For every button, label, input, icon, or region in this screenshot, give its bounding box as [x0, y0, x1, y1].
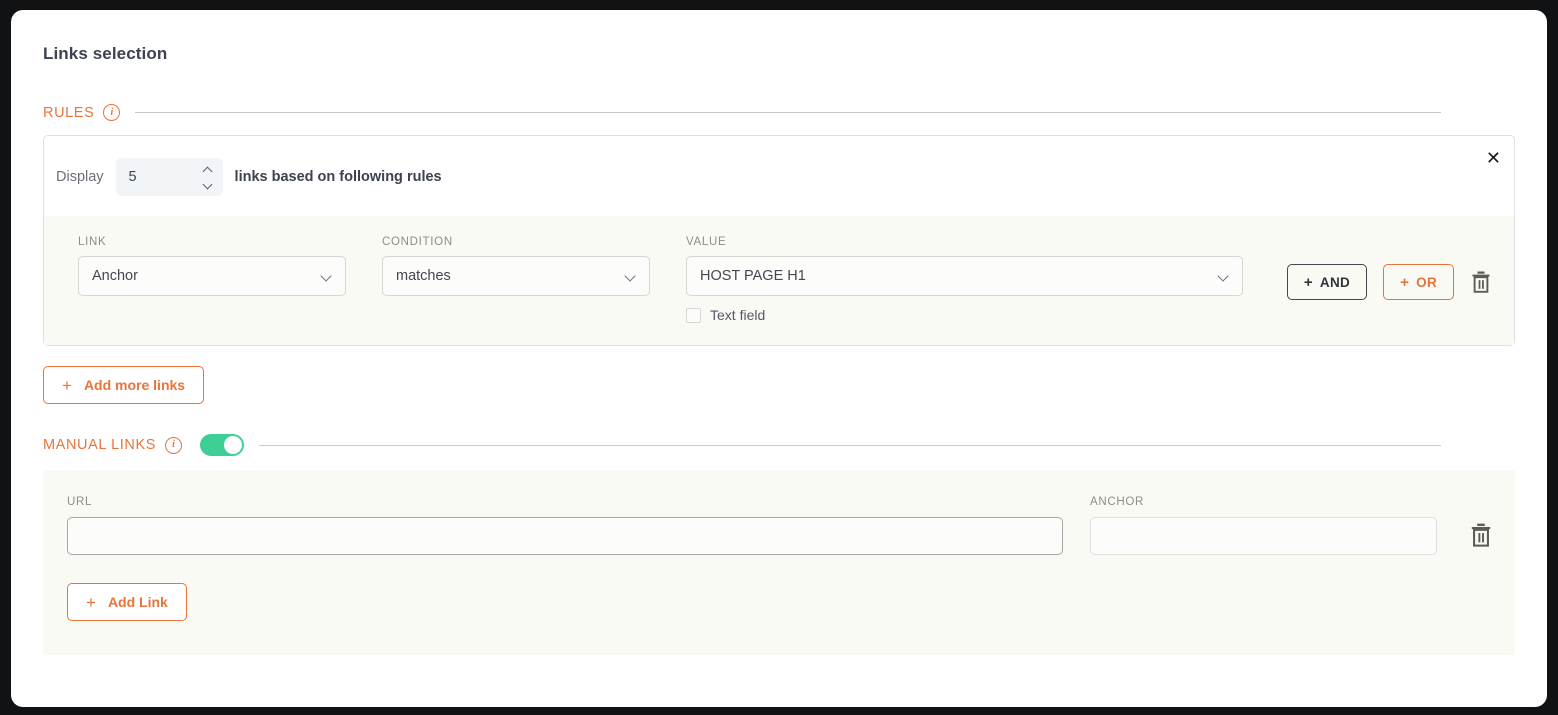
condition-field-label: CONDITION	[382, 236, 453, 248]
manual-links-section-header: MANUAL LINKS i	[43, 434, 1515, 456]
add-and-button[interactable]: + AND	[1286, 264, 1368, 300]
link-field-label: LINK	[78, 236, 107, 248]
chevron-down-icon	[626, 272, 636, 282]
link-select[interactable]: Anchor	[78, 256, 346, 296]
value-select-value: HOST PAGE H1	[700, 268, 806, 284]
rule-row: LINK Anchor CONDITION matches VALUE HOST…	[44, 216, 1514, 345]
add-or-button[interactable]: + OR	[1383, 264, 1454, 300]
text-field-checkbox-label: Text field	[710, 307, 766, 323]
trash-icon[interactable]	[1469, 522, 1493, 548]
page-title: Links selection	[43, 44, 168, 63]
chevron-down-icon	[322, 272, 332, 282]
add-link-button[interactable]: + Add Link	[67, 583, 187, 621]
add-more-links-button[interactable]: + Add more links	[43, 366, 205, 404]
link-field-group: LINK Anchor	[78, 236, 346, 296]
value-field-group: VALUE HOST PAGE H1 Text field	[686, 236, 1243, 323]
stepper-arrows[interactable]	[203, 167, 214, 187]
manual-links-panel: URL ANCHOR + Add Link	[43, 470, 1515, 655]
anchor-input[interactable]	[1090, 517, 1437, 555]
section-divider-line	[259, 444, 1441, 446]
plus-icon: +	[1303, 273, 1313, 291]
text-field-checkbox-row: Text field	[686, 307, 1243, 323]
value-select[interactable]: HOST PAGE H1	[686, 256, 1243, 296]
anchor-field-group: ANCHOR	[1090, 496, 1437, 555]
links-selection-card: Links selection RULES i ✕ Display 5 link…	[11, 10, 1547, 707]
display-suffix-label: links based on following rules	[234, 169, 442, 185]
chevron-down-icon	[1219, 272, 1229, 282]
plus-icon: +	[62, 375, 72, 395]
text-field-checkbox[interactable]	[686, 307, 701, 323]
chevron-up-icon[interactable]	[203, 167, 212, 172]
rules-section-header: RULES i	[43, 104, 1515, 121]
rules-section-label: RULES	[43, 104, 95, 121]
info-icon[interactable]: i	[103, 104, 121, 121]
condition-field-group: CONDITION matches	[382, 236, 650, 296]
manual-links-section-label: MANUAL LINKS	[43, 437, 157, 453]
display-label: Display	[56, 169, 104, 185]
url-field-group: URL	[67, 496, 1063, 555]
anchor-field-label: ANCHOR	[1090, 496, 1145, 508]
add-more-links-wrap: + Add more links	[43, 366, 1515, 404]
chevron-down-icon[interactable]	[203, 182, 212, 187]
rule-actions: + AND + OR	[1286, 264, 1492, 300]
value-field-label: VALUE	[686, 236, 727, 248]
manual-links-toggle[interactable]	[200, 434, 245, 456]
url-input[interactable]	[67, 517, 1063, 555]
manual-link-row: URL ANCHOR	[43, 496, 1515, 555]
close-icon[interactable]: ✕	[1486, 150, 1501, 168]
toggle-knob	[224, 436, 243, 454]
add-and-button-label: AND	[1319, 274, 1351, 290]
add-more-links-button-label: Add more links	[83, 377, 186, 393]
url-field-label: URL	[67, 496, 93, 508]
plus-icon: +	[86, 592, 96, 612]
section-divider-line	[135, 112, 1441, 113]
link-select-value: Anchor	[92, 268, 138, 284]
add-link-wrap: + Add Link	[43, 555, 1515, 621]
info-icon[interactable]: i	[165, 436, 183, 454]
add-link-button-label: Add Link	[107, 594, 168, 610]
display-row: Display 5 links based on following rules	[44, 136, 1514, 216]
condition-select-value: matches	[396, 268, 451, 284]
add-or-button-label: OR	[1416, 274, 1437, 290]
display-count-stepper[interactable]: 5	[115, 158, 223, 196]
plus-icon: +	[1400, 273, 1410, 291]
condition-select[interactable]: matches	[382, 256, 650, 296]
trash-icon[interactable]	[1470, 270, 1492, 294]
screen-background: Links selection RULES i ✕ Display 5 link…	[0, 0, 1558, 715]
rules-card: ✕ Display 5 links based on following rul…	[43, 135, 1515, 346]
display-count-value: 5	[128, 169, 137, 185]
